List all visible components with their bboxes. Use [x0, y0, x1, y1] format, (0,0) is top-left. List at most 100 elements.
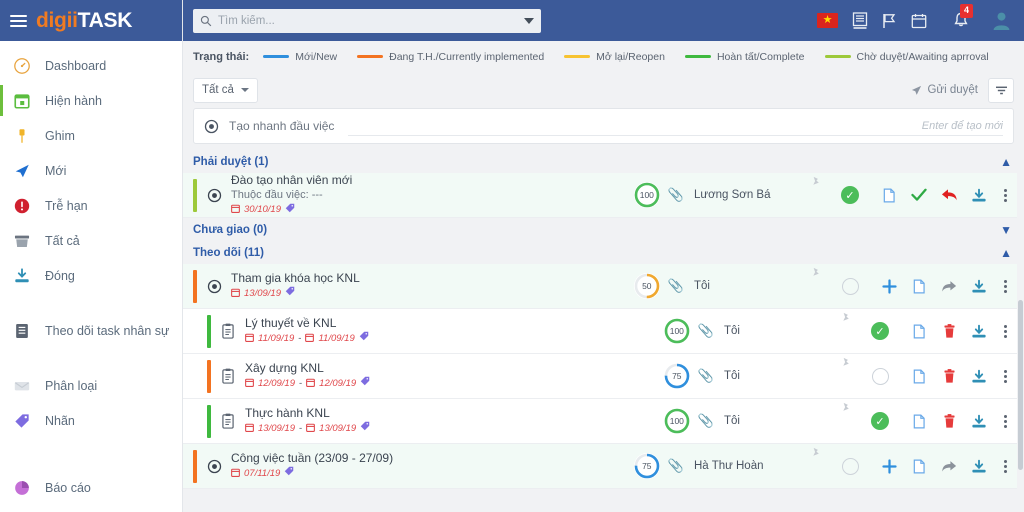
- send-approval-button[interactable]: Gửi duyệt: [911, 84, 978, 96]
- pin-icon[interactable]: [804, 264, 826, 281]
- more-icon[interactable]: [994, 369, 1016, 383]
- attachment-icon[interactable]: 📎: [668, 278, 684, 294]
- reply-icon[interactable]: [934, 188, 964, 202]
- target-icon[interactable]: [201, 188, 227, 203]
- attachment-icon[interactable]: 📎: [698, 413, 714, 429]
- more-icon[interactable]: [994, 414, 1016, 428]
- more-icon[interactable]: [994, 188, 1016, 202]
- section-header-2[interactable]: Chưa giao (0) ▼: [183, 218, 1024, 241]
- tag-small-icon[interactable]: [284, 466, 294, 481]
- task-title[interactable]: Thực hành KNL: [245, 406, 660, 421]
- task-row[interactable]: Đào tạo nhân viên mới Thuộc đầu việc: ---…: [183, 173, 1024, 218]
- check-icon[interactable]: [904, 188, 934, 202]
- section-toggle-chevron-icon[interactable]: ▲: [1000, 156, 1012, 168]
- pin-icon[interactable]: [804, 173, 826, 190]
- download-icon[interactable]: [964, 279, 994, 294]
- attachment-icon[interactable]: 📎: [698, 368, 714, 384]
- task-title[interactable]: Tham gia khóa học KNL: [231, 271, 630, 286]
- task-row[interactable]: Xây dựng KNL 12/09/19-12/09/19 75 📎 Tôi: [183, 354, 1024, 399]
- attachment-icon[interactable]: 📎: [668, 458, 684, 474]
- doc-icon[interactable]: [904, 324, 934, 339]
- flag-icon[interactable]: [882, 13, 897, 29]
- sidebar-item-2[interactable]: Hiện hành: [0, 83, 182, 118]
- list-scrollbar[interactable]: [1017, 150, 1024, 512]
- scope-select[interactable]: Tất cả: [193, 77, 258, 103]
- pin-icon[interactable]: [834, 354, 856, 371]
- more-icon[interactable]: [994, 459, 1016, 473]
- sidebar-item-8[interactable]: Theo dõi task nhân sự: [0, 313, 182, 348]
- search-box[interactable]: [193, 8, 541, 33]
- doc-icon[interactable]: [904, 279, 934, 294]
- status-complete-icon[interactable]: ✓: [841, 186, 859, 204]
- task-row[interactable]: Lý thuyết về KNL 11/09/19-11/09/19 100 📎 Tôi…: [183, 309, 1024, 354]
- download-icon[interactable]: [964, 414, 994, 429]
- sidebar-item-7[interactable]: Đóng: [0, 258, 182, 293]
- task-title[interactable]: Đào tạo nhân viên mới: [231, 173, 630, 188]
- more-icon[interactable]: [994, 279, 1016, 293]
- tag-small-icon[interactable]: [360, 421, 370, 436]
- search-input[interactable]: [218, 14, 518, 27]
- download-icon[interactable]: [964, 369, 994, 384]
- sidebar-item-9[interactable]: Phân loại: [0, 368, 182, 403]
- section-header-1[interactable]: Phải duyệt (1) ▲: [183, 150, 1024, 173]
- status-pending-icon[interactable]: [841, 457, 859, 475]
- doc-icon[interactable]: [874, 188, 904, 203]
- trash-icon[interactable]: [934, 368, 964, 384]
- scrollbar-thumb[interactable]: [1018, 300, 1023, 470]
- sidebar-item-4[interactable]: Mới: [0, 153, 182, 188]
- forward-icon[interactable]: [934, 280, 964, 293]
- download-icon[interactable]: [964, 188, 994, 203]
- status-complete-icon[interactable]: ✓: [871, 322, 889, 340]
- tag-small-icon[interactable]: [359, 331, 369, 346]
- sidebar-item-10[interactable]: Nhãn: [0, 403, 182, 438]
- task-title[interactable]: Xây dựng KNL: [245, 361, 660, 376]
- doc-icon[interactable]: [904, 414, 934, 429]
- hamburger-menu-icon[interactable]: [10, 14, 27, 27]
- status-pending-icon[interactable]: [841, 277, 859, 295]
- task-title[interactable]: Công việc tuần (23/09 - 27/09): [231, 451, 630, 466]
- calendar-icon[interactable]: [911, 13, 927, 29]
- pin-icon[interactable]: [834, 309, 856, 326]
- forward-icon[interactable]: [934, 460, 964, 473]
- attachment-icon[interactable]: 📎: [668, 187, 684, 203]
- sidebar-item-11[interactable]: Báo cáo: [0, 470, 182, 505]
- trash-icon[interactable]: [934, 413, 964, 429]
- sidebar-item-3[interactable]: Ghim: [0, 118, 182, 153]
- sidebar-item-1[interactable]: Dashboard: [0, 48, 182, 83]
- trash-icon[interactable]: [934, 323, 964, 339]
- task-row[interactable]: Công việc tuần (23/09 - 27/09) 07/11/19 75…: [183, 444, 1024, 489]
- section-toggle-chevron-icon[interactable]: ▼: [1000, 224, 1012, 236]
- tag-small-icon[interactable]: [360, 376, 370, 391]
- notifications-bell[interactable]: 4: [953, 4, 974, 29]
- quick-create-input[interactable]: [348, 116, 1003, 136]
- status-complete-icon[interactable]: ✓: [871, 412, 889, 430]
- plus-icon[interactable]: [874, 458, 904, 474]
- filter-button[interactable]: [988, 77, 1014, 103]
- target-icon[interactable]: [201, 459, 227, 474]
- more-icon[interactable]: [994, 324, 1016, 338]
- section-header-3[interactable]: Theo dõi (11) ▲: [183, 241, 1024, 264]
- doc-icon[interactable]: [904, 459, 934, 474]
- tag-small-icon[interactable]: [285, 286, 295, 301]
- plus-icon[interactable]: [874, 278, 904, 294]
- attachment-icon[interactable]: 📎: [698, 323, 714, 339]
- section-toggle-chevron-icon[interactable]: ▲: [1000, 247, 1012, 259]
- download-icon[interactable]: [964, 459, 994, 474]
- task-row[interactable]: Thực hành KNL 13/09/19-13/09/19 100 📎 Tôi ✓: [183, 399, 1024, 444]
- language-flag-icon[interactable]: ★: [817, 13, 838, 28]
- user-avatar[interactable]: [991, 10, 1012, 31]
- clipboard-icon[interactable]: [215, 323, 241, 339]
- download-icon[interactable]: [964, 324, 994, 339]
- task-row[interactable]: Tham gia khóa học KNL 13/09/19 50 📎 Tôi: [183, 264, 1024, 309]
- clipboard-icon[interactable]: [215, 368, 241, 384]
- target-icon[interactable]: [201, 279, 227, 294]
- task-title[interactable]: Lý thuyết về KNL: [245, 316, 660, 331]
- sidebar-item-6[interactable]: Tất cả: [0, 223, 182, 258]
- status-pending-icon[interactable]: [871, 367, 889, 385]
- chevron-down-icon[interactable]: [524, 17, 534, 24]
- clipboard-icon[interactable]: [215, 413, 241, 429]
- tag-small-icon[interactable]: [285, 203, 295, 218]
- tasklist-icon[interactable]: [852, 12, 868, 29]
- pin-icon[interactable]: [804, 444, 826, 461]
- pin-icon[interactable]: [834, 399, 856, 416]
